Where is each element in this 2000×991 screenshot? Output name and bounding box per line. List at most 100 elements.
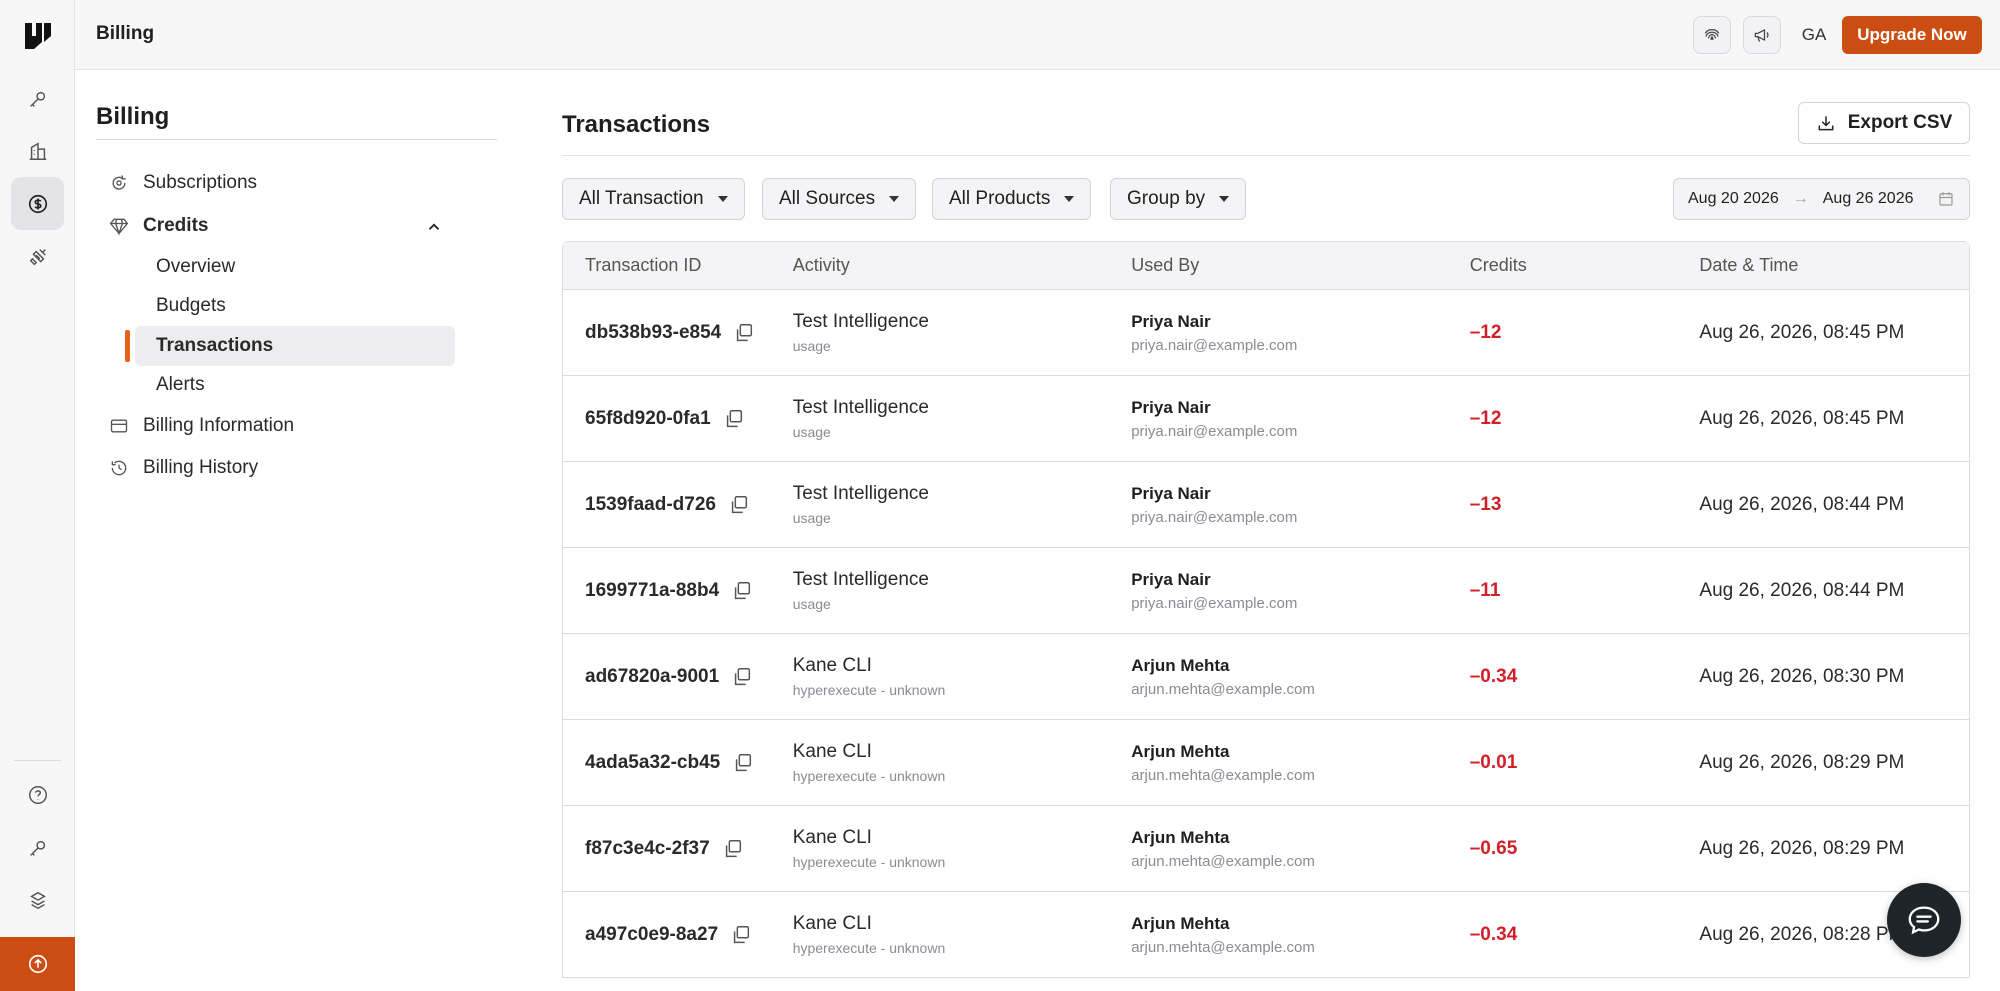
used-by-cell: Arjun Mehta arjun.mehta@example.com: [1131, 914, 1470, 956]
plug-icon: [29, 248, 46, 265]
megaphone-icon: [1754, 28, 1769, 42]
transaction-id-wrapper: 1699771a-88b4: [585, 580, 793, 602]
activity-cell: Test Intelligence usage: [793, 483, 1132, 526]
table-row[interactable]: 1539faad-d726 Test Intelligence usage Pr…: [563, 462, 1969, 548]
column-header-credits: Credits: [1469, 255, 1527, 275]
credits-value: –0.65: [1469, 837, 1518, 859]
filter-transaction-type[interactable]: All Transaction: [562, 178, 745, 220]
caret-down-icon: [889, 196, 900, 202]
sidebar-item-subscriptions[interactable]: Subscriptions: [109, 167, 257, 199]
help-icon: [28, 785, 47, 804]
rail-upgrade-button[interactable]: [0, 937, 75, 991]
table-row[interactable]: a497c0e9-8a27 Kane CLI hyperexecute - un…: [563, 892, 1969, 978]
activity-name: Test Intelligence: [792, 569, 929, 590]
sidebar-subitem-alerts[interactable]: Alerts: [156, 369, 205, 401]
chevron-up-icon[interactable]: [425, 218, 443, 236]
rail-billing-button[interactable]: [11, 177, 64, 230]
used-by-cell: Priya Nair priya.nair@example.com: [1131, 570, 1470, 612]
copy-icon[interactable]: [731, 666, 753, 688]
rail-building-button[interactable]: [11, 124, 64, 177]
upgrade-now-button[interactable]: Upgrade Now: [1842, 16, 1982, 54]
table-row[interactable]: f87c3e4c-2f37 Kane CLI hyperexecute - un…: [563, 806, 1969, 892]
table-row[interactable]: 65f8d920-0fa1 Test Intelligence usage Pr…: [563, 376, 1969, 462]
transaction-datetime: Aug 26, 2026, 08:44 PM: [1699, 493, 1905, 515]
transaction-id: 4ada5a32-cb45: [585, 751, 721, 773]
history-icon: [111, 460, 127, 476]
user-email: priya.nair@example.com: [1131, 594, 1298, 612]
sidebar-subitem-transactions[interactable]: Transactions: [156, 330, 273, 362]
sidebar-item-billing-history[interactable]: Billing History: [109, 452, 258, 484]
user-name: Priya Nair: [1131, 397, 1211, 417]
rail-integrations-button[interactable]: [11, 230, 64, 283]
activity-cell: Test Intelligence usage: [793, 397, 1132, 440]
activity-name: Kane CLI: [792, 913, 872, 934]
transaction-datetime: Aug 26, 2026, 08:44 PM: [1699, 579, 1905, 601]
date-to: Aug 26 2026: [1822, 190, 1914, 207]
copy-icon[interactable]: [731, 580, 753, 602]
copy-icon[interactable]: [730, 924, 752, 946]
fingerprint-button[interactable]: [1693, 16, 1731, 54]
icon-rail: [0, 0, 75, 991]
transaction-id-wrapper: 65f8d920-0fa1: [585, 408, 793, 430]
arrow-up-circle-icon: [28, 954, 47, 974]
transaction-datetime: Aug 26, 2026, 08:29 PM: [1699, 751, 1905, 773]
building-icon: [29, 141, 46, 160]
user-avatar[interactable]: GA: [1795, 16, 1833, 54]
logo-icon[interactable]: [22, 20, 54, 52]
credits-cell: –12: [1470, 408, 1700, 430]
table-row[interactable]: 1699771a-88b4 Test Intelligence usage Pr…: [563, 548, 1969, 634]
user-name: Arjun Mehta: [1131, 913, 1230, 933]
download-icon: [1818, 116, 1834, 131]
user-name: Arjun Mehta: [1131, 827, 1230, 847]
table-header: Transaction ID Activity Used By Credits …: [563, 242, 1969, 290]
user-email: arjun.mehta@example.com: [1131, 766, 1315, 784]
sidebar-item-credits[interactable]: Credits: [109, 210, 208, 242]
filter-group-by[interactable]: Group by: [1110, 178, 1247, 220]
credits-cell: –0.65: [1470, 838, 1700, 860]
sidebar-item-label: Billing History: [143, 457, 259, 478]
table-row[interactable]: ad67820a-9001 Kane CLI hyperexecute - un…: [563, 634, 1969, 720]
activity-type: hyperexecute - unknown: [792, 682, 946, 698]
copy-icon[interactable]: [728, 494, 750, 516]
transaction-id: 1539faad-d726: [585, 493, 716, 515]
rail-help-button[interactable]: [11, 768, 64, 821]
datetime-cell: Aug 26, 2026, 08:44 PM: [1699, 494, 1969, 516]
datetime-cell: Aug 26, 2026, 08:45 PM: [1699, 408, 1969, 430]
filter-label: All Transaction: [579, 188, 704, 209]
copy-icon[interactable]: [723, 408, 745, 430]
datetime-cell: Aug 26, 2026, 08:30 PM: [1699, 666, 1969, 688]
column-header-activity: Activity: [792, 255, 850, 275]
activity-type: usage: [792, 424, 831, 440]
sidebar-divider: [96, 139, 497, 140]
stack-icon: [29, 891, 46, 909]
chat-support-button[interactable]: [1887, 883, 1961, 957]
table-row[interactable]: db538b93-e854 Test Intelligence usage Pr…: [563, 290, 1969, 376]
date-range-picker[interactable]: Aug 20 2026 → Aug 26 2026: [1673, 178, 1970, 220]
table-row[interactable]: 4ada5a32-cb45 Kane CLI hyperexecute - un…: [563, 720, 1969, 806]
transactions-table: Transaction ID Activity Used By Credits …: [562, 241, 1970, 978]
copy-icon[interactable]: [733, 322, 755, 344]
export-csv-button[interactable]: Export CSV: [1798, 102, 1970, 144]
filter-products[interactable]: All Products: [932, 178, 1092, 220]
copy-icon[interactable]: [722, 838, 744, 860]
filter-sources[interactable]: All Sources: [762, 178, 917, 220]
transaction-id: ad67820a-9001: [585, 665, 720, 687]
rail-access-key-button[interactable]: [11, 821, 64, 874]
copy-icon[interactable]: [732, 752, 754, 774]
credits-cell: –11: [1470, 580, 1700, 602]
caret-down-icon: [717, 196, 728, 202]
filter-label: All Sources: [779, 188, 876, 209]
activity-name: Kane CLI: [792, 827, 872, 848]
key-icon: [29, 840, 45, 856]
credits-cell: –0.34: [1470, 666, 1700, 688]
activity-cell: Test Intelligence usage: [793, 569, 1132, 612]
rail-stack-button[interactable]: [11, 874, 64, 927]
sidebar-subitem-overview[interactable]: Overview: [156, 251, 235, 283]
transaction-id-wrapper: 4ada5a32-cb45: [585, 752, 793, 774]
sidebar-subitem-budgets[interactable]: Budgets: [156, 290, 226, 322]
sidebar-item-billing-information[interactable]: Billing Information: [109, 410, 294, 442]
rail-key-button[interactable]: [11, 72, 64, 125]
refresh-icon: [112, 175, 126, 190]
credits-cell: –0.34: [1470, 924, 1700, 946]
announcements-button[interactable]: [1743, 16, 1781, 54]
